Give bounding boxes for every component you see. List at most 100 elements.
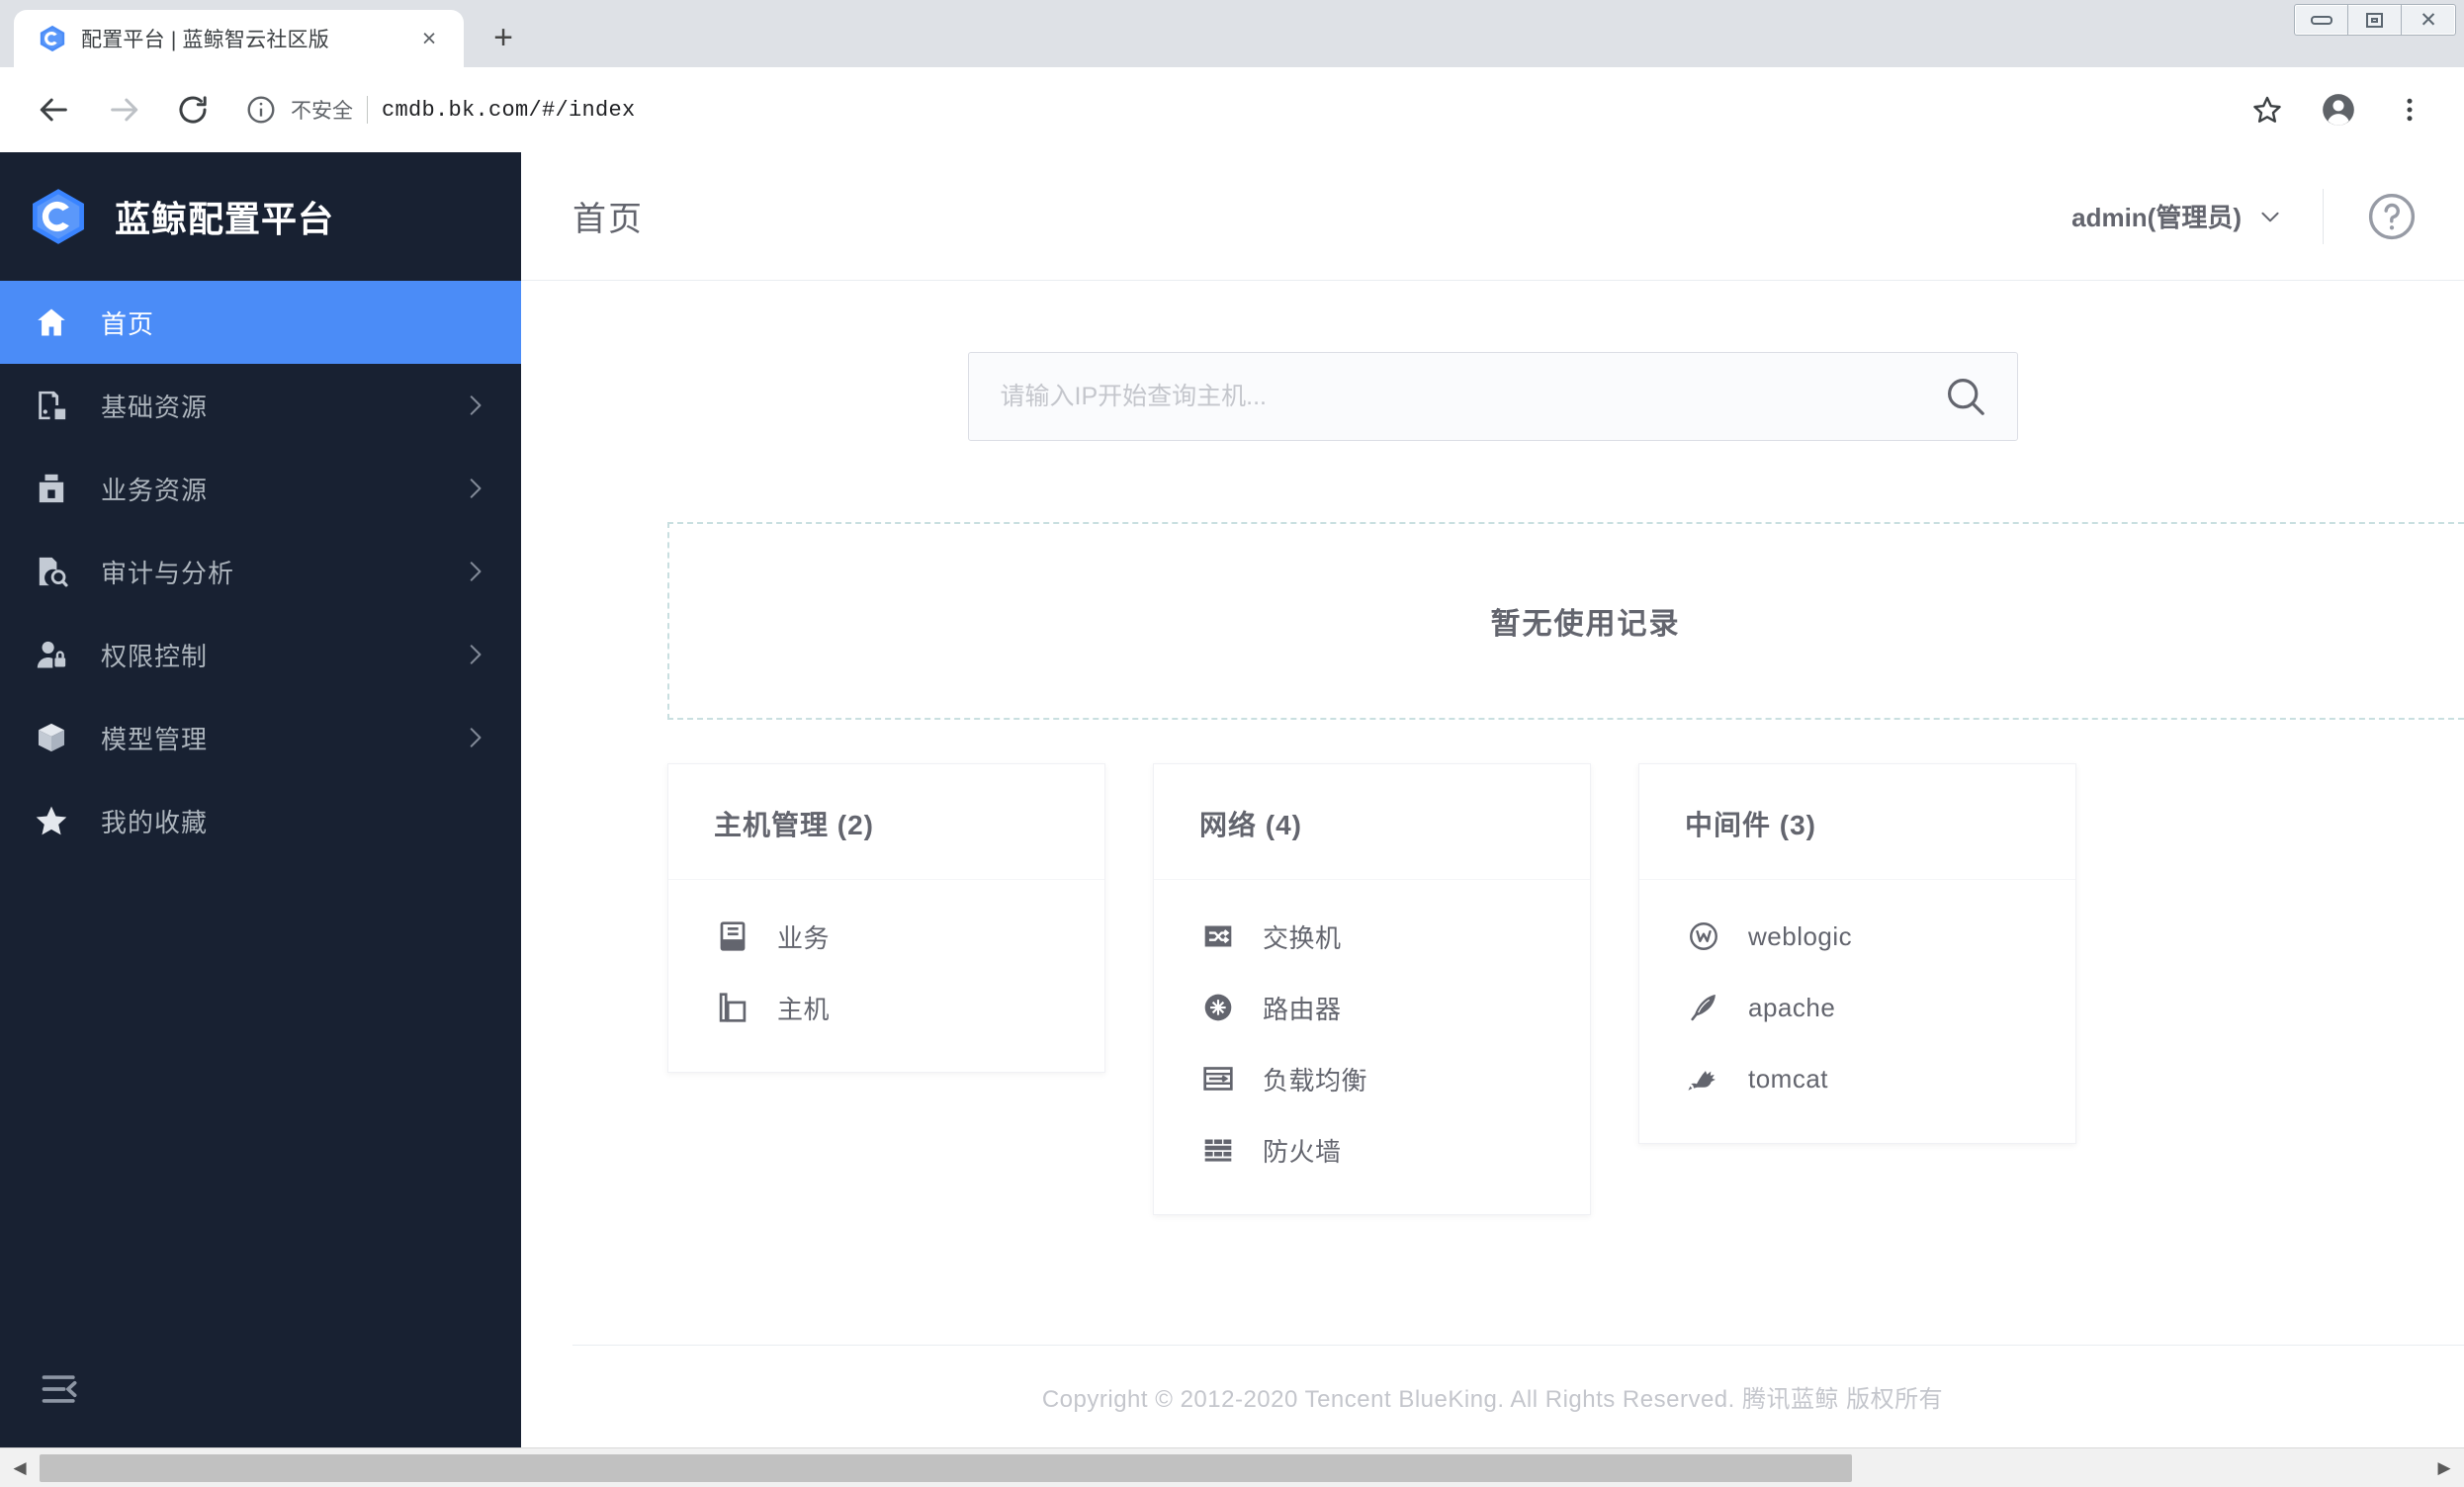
business-set-icon [714,918,751,955]
sidebar-item-label: 模型管理 [101,724,209,754]
page-footer: Copyright © 2012-2020 Tencent BlueKing. … [572,1345,2464,1447]
reload-icon[interactable] [160,77,225,142]
chevron-right-icon [462,642,487,667]
chevron-right-icon [462,476,487,501]
card-item-list: 交换机 路由器 负载均衡 防火墙 [1154,880,1590,1181]
toolbar-actions [2235,77,2442,142]
card-middleware: 中间件 (3) weblogic apache tomcat [1638,763,2076,1144]
bk-hex-logo-icon [28,186,89,247]
bk-hex-logo-icon [38,24,67,53]
card-item-label: 路由器 [1263,994,1342,1024]
header-actions: admin(管理员) [2071,188,2419,244]
tab-strip: 配置平台 | 蓝鲸智云社区版 × + [0,0,531,67]
collapse-menu-icon[interactable] [38,1366,83,1412]
host-search-box[interactable] [967,352,2018,441]
browser-tab[interactable]: 配置平台 | 蓝鲸智云社区版 × [14,10,464,67]
three-dots-menu-icon[interactable] [2377,77,2442,142]
scrollbar-track[interactable] [40,1447,2424,1487]
card-item-host[interactable]: 主机 [714,977,1059,1038]
card-item-list: weblogic apache tomcat [1639,880,2075,1109]
chevron-down-icon [2257,204,2283,229]
card-item-label: apache [1748,992,1836,1022]
recent-usage-empty-state: 暂无使用记录 [667,522,2464,720]
card-title: 中间件 (3) [1639,804,2075,880]
sidebar: 蓝鲸配置平台 首页 基础资源 业务资源 审计与分析 权限控制 模型管理 我的收藏 [0,152,521,1447]
sidebar-item-label: 权限控制 [101,641,209,671]
apache-feather-icon [1685,989,1722,1026]
window-controls: ✕ [2294,4,2456,36]
forward-arrow-icon[interactable] [91,77,156,142]
info-circle-icon[interactable] [245,94,277,126]
sidebar-item-model-management[interactable]: 模型管理 [0,696,521,779]
resource-icon [30,384,73,427]
sidebar-nav: 首页 基础资源 业务资源 审计与分析 权限控制 模型管理 我的收藏 [0,281,521,862]
window-maximize-button[interactable] [2348,5,2402,35]
security-status-label: 不安全 [291,100,353,123]
scrollbar-thumb[interactable] [40,1453,1853,1482]
omnibox[interactable]: 不安全 cmdb.bk.com/#/index [245,79,2231,140]
sidebar-item-business-resource[interactable]: 业务资源 [0,447,521,530]
url-text[interactable]: cmdb.bk.com/#/index [382,98,636,123]
browser-titlebar: 配置平台 | 蓝鲸智云社区版 × + ✕ [0,0,2464,67]
category-cards: 主机管理 (2) 业务 主机 网络 (4) 交换机 路由器 负载均衡 防火墙 中… [667,763,2464,1215]
account-circle-icon[interactable] [2306,77,2371,142]
sidebar-item-basic-resource[interactable]: 基础资源 [0,364,521,447]
horizontal-scrollbar[interactable]: ◀ ▶ [0,1447,2464,1487]
app-root: 蓝鲸配置平台 首页 基础资源 业务资源 审计与分析 权限控制 模型管理 我的收藏… [0,152,2464,1447]
new-tab-button[interactable]: + [476,10,531,65]
sidebar-item-permission[interactable]: 权限控制 [0,613,521,696]
scroll-right-arrow-icon[interactable]: ▶ [2424,1448,2464,1487]
brand[interactable]: 蓝鲸配置平台 [0,152,521,281]
sidebar-item-label: 我的收藏 [101,807,209,837]
page-content: 暂无使用记录 主机管理 (2) 业务 [521,281,2464,1447]
help-circle-icon[interactable] [2365,190,2419,243]
card-item-label: 交换机 [1263,922,1342,953]
empty-state-text: 暂无使用记录 [1490,608,1681,641]
search-section [521,281,2464,441]
user-menu[interactable]: admin(管理员) [2071,198,2323,234]
copyright-text: Copyright © 2012-2020 Tencent BlueKing. … [1041,1386,1944,1413]
sidebar-item-label: 业务资源 [101,475,209,505]
card-item-tomcat[interactable]: tomcat [1685,1048,2030,1109]
card-item-firewall[interactable]: 防火墙 [1199,1119,1544,1181]
header-divider [2323,188,2324,244]
sidebar-item-favorites[interactable]: 我的收藏 [0,779,521,862]
page-title: 首页 [572,201,644,238]
search-icon[interactable] [1942,373,1989,420]
card-item-list: 业务 主机 [668,880,1104,1038]
audit-icon [30,550,73,593]
page-header: 首页 admin(管理员) [521,152,2464,281]
tab-title: 配置平台 | 蓝鲸智云社区版 [81,29,329,51]
scroll-left-arrow-icon[interactable]: ◀ [0,1448,40,1487]
search-input[interactable] [1000,382,1942,411]
card-item-apache[interactable]: apache [1685,977,2030,1038]
user-name-label: admin(管理员) [2071,203,2242,232]
business-icon [30,467,73,510]
permission-icon [30,633,73,676]
star-icon[interactable] [2235,77,2300,142]
card-item-weblogic[interactable]: weblogic [1685,906,2030,967]
back-arrow-icon[interactable] [22,77,87,142]
card-item-load-balancer[interactable]: 负载均衡 [1199,1048,1544,1109]
window-close-button[interactable]: ✕ [2402,5,2455,35]
card-item-label: 业务 [777,922,831,953]
card-item-router[interactable]: 路由器 [1199,977,1544,1038]
tab-close-icon[interactable]: × [412,22,446,55]
host-icon [714,989,751,1026]
browser-window: 配置平台 | 蓝鲸智云社区版 × + ✕ 不安全 cmdb.bk.com/#/i… [0,0,2464,1487]
card-item-business[interactable]: 业务 [714,906,1059,967]
card-item-label: 防火墙 [1263,1136,1342,1167]
sidebar-item-label: 基础资源 [101,392,209,422]
sidebar-item-audit-analysis[interactable]: 审计与分析 [0,530,521,613]
switch-icon [1199,918,1237,955]
window-minimize-button[interactable] [2295,5,2348,35]
omnibox-divider [367,96,368,124]
card-item-label: 负载均衡 [1263,1065,1368,1095]
sidebar-item-home[interactable]: 首页 [0,281,521,364]
model-cube-icon [30,716,73,759]
close-icon: ✕ [2420,7,2437,32]
card-item-label: weblogic [1748,920,1853,951]
home-icon [30,301,73,344]
chevron-right-icon [462,559,487,584]
card-item-switch[interactable]: 交换机 [1199,906,1544,967]
